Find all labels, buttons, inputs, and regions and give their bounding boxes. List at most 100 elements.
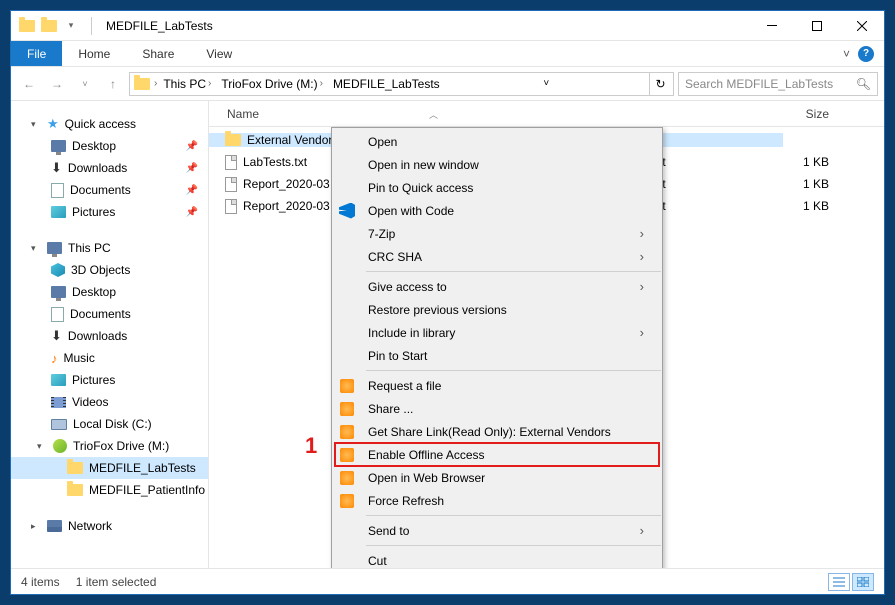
context-menu-label: Open with Code <box>368 204 454 218</box>
status-selected-count: 1 item selected <box>76 575 157 589</box>
sidebar-item-network[interactable]: ▸Network <box>11 515 208 537</box>
context-menu-label: Pin to Start <box>368 349 427 363</box>
sidebar-item-3d-objects[interactable]: 3D Objects <box>11 259 208 281</box>
breadcrumb-segment[interactable]: This PC› <box>159 77 215 91</box>
file-name: External Vendors <box>247 133 338 147</box>
help-icon[interactable]: ? <box>858 46 874 62</box>
column-name[interactable]: Name <box>209 107 429 121</box>
column-date[interactable]: ︿ <box>429 107 649 121</box>
star-icon: ★ <box>47 116 59 132</box>
file-list-pane: Name ︿ Size External Vendors LabTests.tx… <box>209 101 884 568</box>
maximize-button[interactable] <box>794 11 839 41</box>
tab-home[interactable]: Home <box>62 41 126 66</box>
tab-view[interactable]: View <box>190 41 248 66</box>
context-menu-item[interactable]: Open with Code <box>332 199 662 222</box>
explorer-window: ▾ MEDFILE_LabTests File Home Share View … <box>10 10 885 595</box>
sidebar-item-documents[interactable]: Documents📌 <box>11 179 208 201</box>
downloads-icon: ⬇ <box>51 328 62 344</box>
downloads-icon: ⬇ <box>51 160 62 176</box>
context-menu-item[interactable]: Share ... <box>332 397 662 420</box>
sidebar-item-local-disk[interactable]: Local Disk (C:) <box>11 413 208 435</box>
sidebar-item-downloads[interactable]: ⬇Downloads📌 <box>11 157 208 179</box>
sidebar-item-downloads[interactable]: ⬇Downloads <box>11 325 208 347</box>
sidebar-item-documents[interactable]: Documents <box>11 303 208 325</box>
breadcrumb-segment[interactable]: TrioFox Drive (M:)› <box>217 77 327 91</box>
context-menu-label: Restore previous versions <box>368 303 507 317</box>
context-menu-item[interactable]: Pin to Start <box>332 344 662 367</box>
tab-share[interactable]: Share <box>126 41 190 66</box>
sidebar-item-medfile-labtests[interactable]: MEDFILE_LabTests <box>11 457 208 479</box>
sidebar-item-desktop[interactable]: Desktop📌 <box>11 135 208 157</box>
sidebar-item-quick-access[interactable]: ▾★Quick access <box>11 113 208 135</box>
chevron-right-icon: › <box>640 279 644 294</box>
context-menu-item[interactable]: Include in library› <box>332 321 662 344</box>
sidebar-item-pictures[interactable]: Pictures <box>11 369 208 391</box>
chevron-right-icon[interactable]: › <box>154 78 157 89</box>
ribbon: File Home Share View ˅ ? <box>11 41 884 67</box>
breadcrumb-segment[interactable]: MEDFILE_LabTests <box>329 77 444 91</box>
context-menu-item[interactable]: Pin to Quick access <box>332 176 662 199</box>
close-button[interactable] <box>839 11 884 41</box>
file-name: Report_2020-03 <box>243 199 330 213</box>
context-menu-item[interactable]: Get Share Link(Read Only): External Vend… <box>332 420 662 443</box>
context-menu-item[interactable]: Open in new window <box>332 153 662 176</box>
forward-button[interactable]: → <box>45 72 69 96</box>
chevron-right-icon: › <box>640 226 644 241</box>
context-menu-item[interactable]: Force Refresh <box>332 489 662 512</box>
file-icon <box>225 199 237 214</box>
file-icon <box>225 155 237 170</box>
qat-overflow-icon[interactable]: ▾ <box>61 16 81 36</box>
sidebar-item-this-pc[interactable]: ▾This PC <box>11 237 208 259</box>
context-menu-label: Request a file <box>368 379 441 393</box>
status-item-count: 4 items <box>21 575 60 589</box>
context-menu-label: Cut <box>368 554 387 568</box>
triofox-action-icon <box>338 423 356 441</box>
chevron-right-icon: › <box>640 523 644 538</box>
file-size: 1 KB <box>759 177 839 191</box>
pin-icon: 📌 <box>186 163 198 174</box>
context-menu-item[interactable]: Enable Offline Access <box>332 443 662 466</box>
breadcrumb[interactable]: › This PC› TrioFox Drive (M:)› MEDFILE_L… <box>129 72 674 96</box>
context-menu-item[interactable]: CRC SHA › <box>332 245 662 268</box>
sidebar-item-videos[interactable]: Videos <box>11 391 208 413</box>
context-menu-item[interactable]: Open in Web Browser <box>332 466 662 489</box>
context-menu-label: CRC SHA <box>368 250 422 264</box>
search-input[interactable]: Search MEDFILE_LabTests 🔍︎ <box>678 72 878 96</box>
minimize-button[interactable] <box>749 11 794 41</box>
recent-locations-button[interactable]: ˅ <box>73 72 97 96</box>
context-menu: OpenOpen in new window Pin to Quick acces… <box>331 127 663 568</box>
file-name: LabTests.txt <box>243 155 307 169</box>
context-menu-label: Share ... <box>368 402 413 416</box>
sidebar-item-desktop[interactable]: Desktop <box>11 281 208 303</box>
context-menu-item[interactable]: Cut <box>332 549 662 568</box>
context-menu-item[interactable]: Open <box>332 130 662 153</box>
sidebar-item-medfile-patientinfo[interactable]: MEDFILE_PatientInfo <box>11 479 208 501</box>
refresh-button[interactable]: ↻ <box>649 73 671 95</box>
sidebar-item-pictures[interactable]: Pictures📌 <box>11 201 208 223</box>
menu-separator <box>366 545 661 546</box>
context-menu-item[interactable]: Restore previous versions <box>332 298 662 321</box>
context-menu-label: Pin to Quick access <box>368 181 473 195</box>
context-menu-item[interactable]: Give access to› <box>332 275 662 298</box>
up-button[interactable]: ↑ <box>101 72 125 96</box>
file-tab[interactable]: File <box>11 41 62 66</box>
context-menu-item[interactable]: 7-Zip› <box>332 222 662 245</box>
3d-objects-icon <box>51 263 65 277</box>
context-menu-item[interactable]: Request a file <box>332 374 662 397</box>
network-icon <box>47 520 62 532</box>
sidebar-item-triofox-drive[interactable]: ▾TrioFox Drive (M:) <box>11 435 208 457</box>
path-dropdown-icon[interactable]: ˅ <box>535 73 557 95</box>
chevron-right-icon: › <box>640 249 644 264</box>
folder-icon <box>39 16 59 36</box>
chevron-down-icon[interactable]: ˅ <box>843 47 850 61</box>
file-size: 1 KB <box>759 155 839 169</box>
column-headers: Name ︿ Size <box>209 101 884 127</box>
back-button[interactable]: ← <box>17 72 41 96</box>
sidebar-item-music[interactable]: ♪Music <box>11 347 208 369</box>
column-size[interactable]: Size <box>759 107 839 121</box>
folder-icon <box>225 134 241 146</box>
view-details-button[interactable] <box>828 573 850 591</box>
window-title: MEDFILE_LabTests <box>106 19 213 33</box>
context-menu-item[interactable]: Send to› <box>332 519 662 542</box>
view-large-icons-button[interactable] <box>852 573 874 591</box>
